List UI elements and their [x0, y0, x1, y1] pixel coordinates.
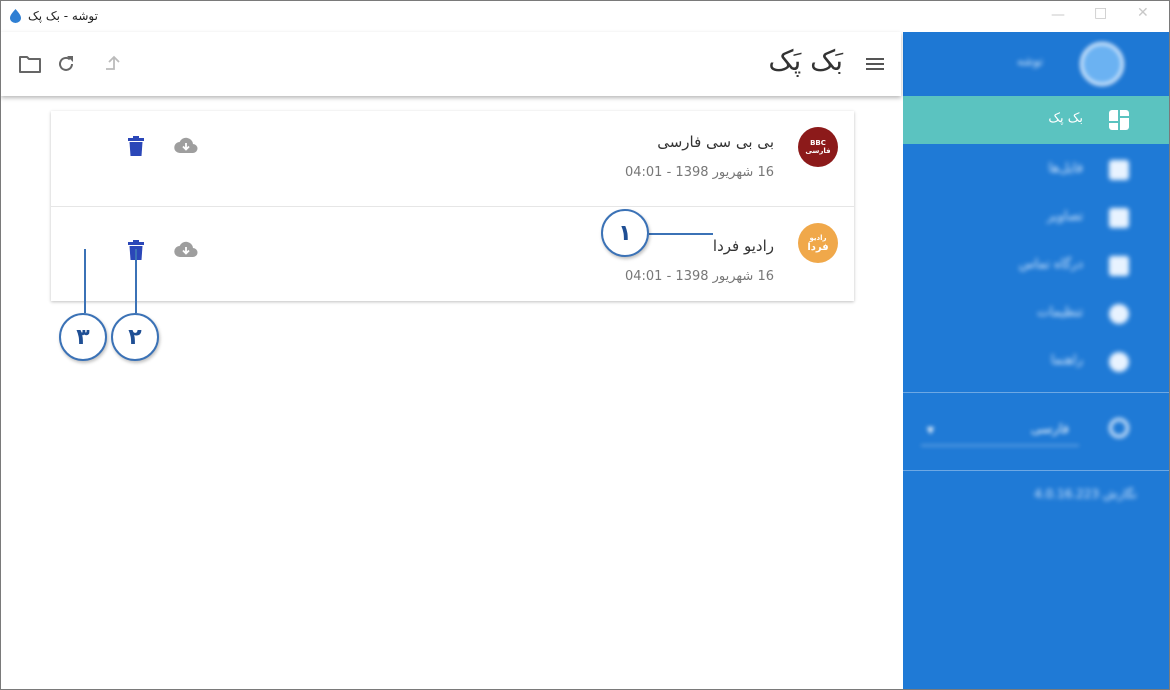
- avatar[interactable]: [1080, 42, 1124, 86]
- list-item[interactable]: BBC فارسی بی بی سی فارسی 16 شهریور 1398 …: [51, 111, 854, 206]
- title-bar: توشه - بک پک — □ ✕: [1, 1, 1169, 32]
- folder-icon: [19, 56, 41, 73]
- help-icon: [1109, 352, 1129, 372]
- open-folder-button[interactable]: [18, 52, 42, 76]
- sidebar-item-label: تصاویر: [1047, 209, 1083, 224]
- refresh-button[interactable]: [54, 52, 78, 76]
- callout-badge-2: ۲: [111, 313, 159, 361]
- sidebar-item-files[interactable]: فایل‌ها: [903, 146, 1169, 194]
- sidebar-item-label: فایل‌ها: [1048, 161, 1083, 176]
- delete-button[interactable]: [124, 134, 148, 158]
- navigation-drawer: توشه بک پک فایل‌ها تصاویر درگاه تماس تنظ: [903, 32, 1169, 689]
- channel-date: 16 شهریور 1398 - 04:01: [624, 165, 774, 180]
- divider: [903, 470, 1169, 471]
- app-window: توشه - بک پک — □ ✕ بَک پَک BBC فارسی بی …: [0, 0, 1170, 690]
- cloud-download-icon: [174, 241, 198, 258]
- dashboard-icon: [1109, 110, 1129, 130]
- logo-text: فارسی: [805, 147, 831, 155]
- chevron-down-icon: ▼: [927, 426, 934, 436]
- sidebar-item-contact[interactable]: درگاه تماس: [903, 242, 1169, 290]
- channel-logo: رادیو فردا: [798, 223, 838, 263]
- sidebar-item-label: راهنما: [1050, 353, 1083, 368]
- logo-text: BBC: [810, 139, 826, 147]
- list-item[interactable]: رادیو فردا رادیو فردا 16 شهریور 1398 - 0…: [51, 206, 854, 301]
- window-title: توشه - بک پک: [28, 9, 98, 23]
- language-select-value: فارسی: [1030, 422, 1069, 437]
- user-name: توشه: [1016, 54, 1043, 68]
- trash-icon: [128, 136, 144, 156]
- drawer-header: توشه: [903, 32, 1169, 96]
- callout-leader-line: [135, 249, 137, 313]
- sidebar-item-label: درگاه تماس: [1018, 257, 1083, 272]
- logo-text: رادیو: [809, 233, 827, 242]
- image-icon: [1109, 208, 1129, 228]
- close-icon[interactable]: ✕: [1137, 5, 1149, 21]
- channel-date: 16 شهریور 1398 - 04:01: [624, 269, 774, 284]
- channel-title: بی بی سی فارسی: [657, 133, 774, 151]
- channel-title: رادیو فردا: [712, 237, 774, 255]
- refresh-icon: [59, 56, 73, 71]
- minimize-icon[interactable]: —: [1051, 7, 1065, 23]
- page-title: بَک پَک: [768, 44, 843, 77]
- version-text: نگارش 4.0.16.223: [1034, 487, 1137, 501]
- sidebar-item-images[interactable]: تصاویر: [903, 194, 1169, 242]
- translate-icon: [1109, 418, 1129, 438]
- logo-text: فردا: [807, 241, 829, 253]
- upload-button[interactable]: [101, 52, 125, 76]
- sidebar-item-help[interactable]: راهنما: [903, 338, 1169, 386]
- sidebar-item-label: بک پک: [1048, 111, 1083, 126]
- menu-icon: [866, 58, 884, 70]
- sidebar-item-backpack[interactable]: بک پک: [903, 96, 1169, 144]
- callout-leader-line: [649, 233, 713, 235]
- channel-logo: BBC فارسی: [798, 127, 838, 167]
- download-button[interactable]: [174, 238, 198, 262]
- contact-icon: [1109, 256, 1129, 276]
- upload-icon: [106, 55, 120, 70]
- divider: [903, 392, 1169, 393]
- main-content: BBC فارسی بی بی سی فارسی 16 شهریور 1398 …: [1, 96, 901, 689]
- maximize-icon[interactable]: □: [1094, 5, 1107, 21]
- folder-icon: [1109, 160, 1129, 180]
- sidebar-item-label: تنظیمات: [1037, 305, 1083, 320]
- settings-icon: [1109, 304, 1129, 324]
- callout-leader-line: [84, 249, 86, 313]
- download-button[interactable]: [174, 134, 198, 158]
- app-bar: بَک پَک: [1, 32, 901, 96]
- menu-button[interactable]: [865, 54, 885, 74]
- callout-badge-1: ۱: [601, 209, 649, 257]
- cloud-download-icon: [174, 137, 198, 154]
- callout-badge-3: ۳: [59, 313, 107, 361]
- channel-list-card: BBC فارسی بی بی سی فارسی 16 شهریور 1398 …: [51, 111, 854, 301]
- app-logo-icon: [10, 9, 21, 23]
- sidebar-item-settings[interactable]: تنظیمات: [903, 290, 1169, 338]
- language-select[interactable]: فارسی ▼: [921, 420, 1079, 446]
